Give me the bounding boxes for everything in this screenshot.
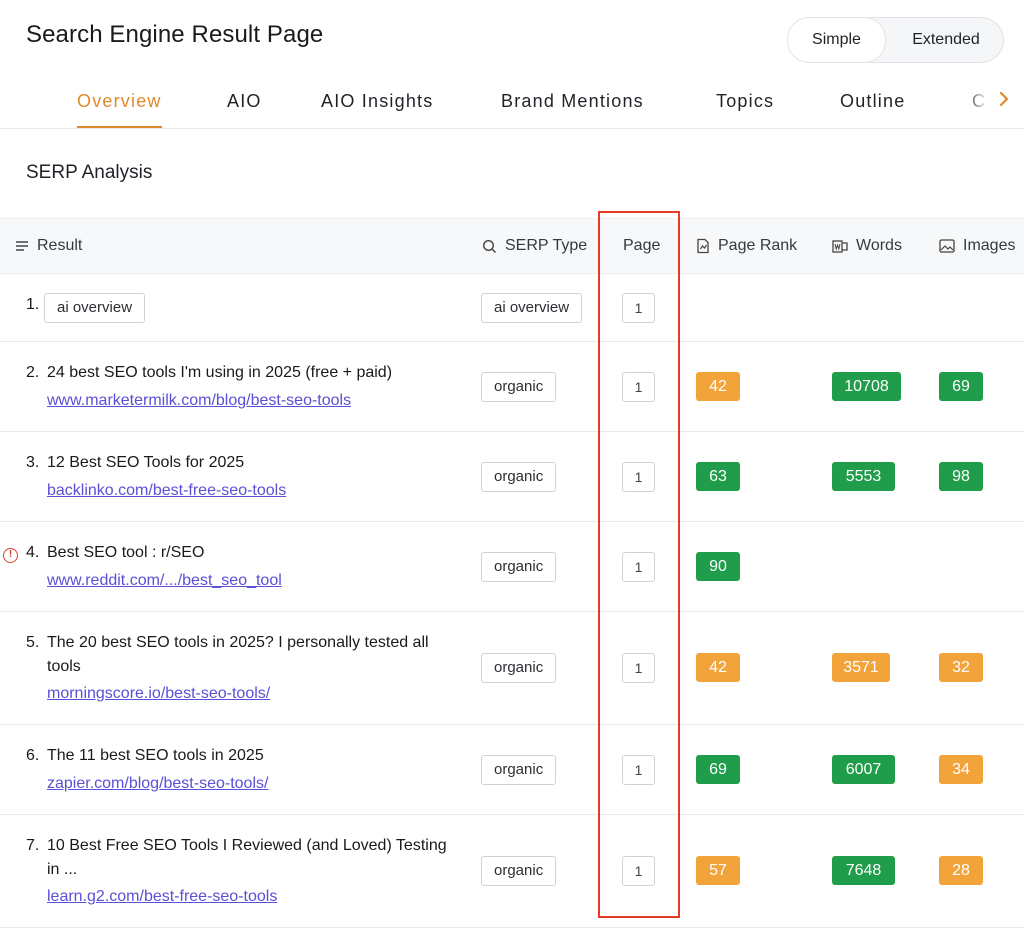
table-row: 6. The 11 best SEO tools in 2025 zapier.… xyxy=(0,725,1024,815)
images-badge: 69 xyxy=(939,372,983,401)
tab-outline[interactable]: Outline xyxy=(840,91,905,112)
result-title: The 11 best SEO tools in 2025 xyxy=(47,747,264,764)
column-header-page[interactable]: Page xyxy=(623,237,660,255)
result-url-link[interactable]: learn.g2.com/best-free-seo-tools xyxy=(47,888,277,906)
page-title: Search Engine Result Page xyxy=(26,21,324,48)
table-row: ! 4. Best SEO tool : r/SEO www.reddit.co… xyxy=(0,522,1024,612)
words-badge: 10708 xyxy=(832,372,901,401)
table-row: 2. 24 best SEO tools I'm using in 2025 (… xyxy=(0,342,1024,432)
page-value: 1 xyxy=(622,372,655,402)
tab-topics[interactable]: Topics xyxy=(716,91,774,112)
page-value: 1 xyxy=(622,653,655,683)
word-doc-icon xyxy=(832,239,848,253)
view-mode-toggle: Simple Extended xyxy=(787,17,1004,63)
tab-brand-mentions[interactable]: Brand Mentions xyxy=(501,91,644,112)
column-header-label: SERP Type xyxy=(505,237,588,254)
result-title: The 20 best SEO tools in 2025? I persona… xyxy=(47,634,429,675)
row-number: 6. xyxy=(26,747,40,764)
result-chip: ai overview xyxy=(44,293,146,323)
page-rank-badge: 63 xyxy=(696,462,740,491)
images-badge: 28 xyxy=(939,856,983,885)
tab-aio-insights[interactable]: AIO Insights xyxy=(321,91,433,112)
result-url-link[interactable]: backlinko.com/best-free-seo-tools xyxy=(47,482,286,500)
chevron-right-icon[interactable] xyxy=(998,90,1010,113)
table-header: Result SERP Type Page Page Rank Words Im… xyxy=(0,218,1024,274)
images-badge: 32 xyxy=(939,653,983,682)
images-badge: 98 xyxy=(939,462,983,491)
table-row: 5. The 20 best SEO tools in 2025? I pers… xyxy=(0,612,1024,725)
serp-type-tag: organic xyxy=(481,653,557,683)
page-rank-badge: 69 xyxy=(696,755,740,784)
images-badge: 34 xyxy=(939,755,983,784)
tab-aio[interactable]: AIO xyxy=(227,91,262,112)
tab-bar: Overview AIO AIO Insights Brand Mentions… xyxy=(0,80,1024,129)
row-number: 7. xyxy=(26,837,40,854)
column-header-label: Page xyxy=(623,237,661,254)
result-title: 24 best SEO tools I'm using in 2025 (fre… xyxy=(47,364,393,381)
page-value: 1 xyxy=(622,293,655,323)
column-header-images[interactable]: Images xyxy=(939,237,1015,255)
column-header-label: Result xyxy=(37,237,83,254)
row-number: 4. xyxy=(26,544,40,561)
column-header-label: Images xyxy=(963,237,1016,254)
column-header-words[interactable]: Words xyxy=(832,237,902,255)
search-icon xyxy=(482,239,496,253)
tab-overview[interactable]: Overview xyxy=(77,91,162,128)
page-rank-badge: 90 xyxy=(696,552,740,581)
document-icon xyxy=(697,238,709,254)
serp-type-tag: organic xyxy=(481,755,557,785)
table-row: 7. 10 Best Free SEO Tools I Reviewed (an… xyxy=(0,815,1024,928)
column-header-page-rank[interactable]: Page Rank xyxy=(696,237,797,255)
alert-icon[interactable]: ! xyxy=(3,548,18,563)
simple-toggle-option[interactable]: Simple xyxy=(787,17,886,63)
serp-type-tag: organic xyxy=(481,462,557,492)
result-title: 10 Best Free SEO Tools I Reviewed (and L… xyxy=(47,837,447,878)
page-value: 1 xyxy=(622,462,655,492)
result-url-link[interactable]: www.reddit.com/.../best_seo_tool xyxy=(47,572,282,590)
image-icon xyxy=(939,239,955,253)
words-badge: 7648 xyxy=(832,856,895,885)
serp-type-tag: organic xyxy=(481,856,557,886)
result-url-link[interactable]: morningscore.io/best-seo-tools/ xyxy=(47,685,270,703)
column-header-label: Words xyxy=(856,237,902,254)
page-value: 1 xyxy=(622,856,655,886)
page-rank-badge: 42 xyxy=(696,372,740,401)
tab-scroll-fade xyxy=(962,80,1024,128)
words-badge: 5553 xyxy=(832,462,895,491)
row-number: 1. xyxy=(26,296,40,313)
column-header-label: Page Rank xyxy=(718,237,798,254)
serp-type-tag: organic xyxy=(481,552,557,582)
result-title: Best SEO tool : r/SEO xyxy=(47,544,205,561)
words-badge: 3571 xyxy=(832,653,890,682)
result-url-link[interactable]: zapier.com/blog/best-seo-tools/ xyxy=(47,775,268,793)
page-rank-badge: 42 xyxy=(696,653,740,682)
column-header-serp-type[interactable]: SERP Type xyxy=(482,237,587,255)
section-title: SERP Analysis xyxy=(26,162,153,183)
row-number: 5. xyxy=(26,634,40,651)
result-title: 12 Best SEO Tools for 2025 xyxy=(47,454,245,471)
lines-icon xyxy=(16,241,28,251)
page-value: 1 xyxy=(622,755,655,785)
row-number: 3. xyxy=(26,454,40,471)
page-rank-badge: 57 xyxy=(696,856,740,885)
extended-toggle-option[interactable]: Extended xyxy=(888,18,1004,62)
words-badge: 6007 xyxy=(832,755,895,784)
serp-type-tag: organic xyxy=(481,372,557,402)
column-header-result[interactable]: Result xyxy=(15,237,82,255)
table-row: 1. ai overview ai overview 1 xyxy=(0,274,1024,342)
table-row: 3. 12 Best SEO Tools for 2025 backlinko.… xyxy=(0,432,1024,522)
result-url-link[interactable]: www.marketermilk.com/blog/best-seo-tools xyxy=(47,392,351,410)
row-number: 2. xyxy=(26,364,40,381)
serp-type-tag: ai overview xyxy=(481,293,583,323)
page-value: 1 xyxy=(622,552,655,582)
